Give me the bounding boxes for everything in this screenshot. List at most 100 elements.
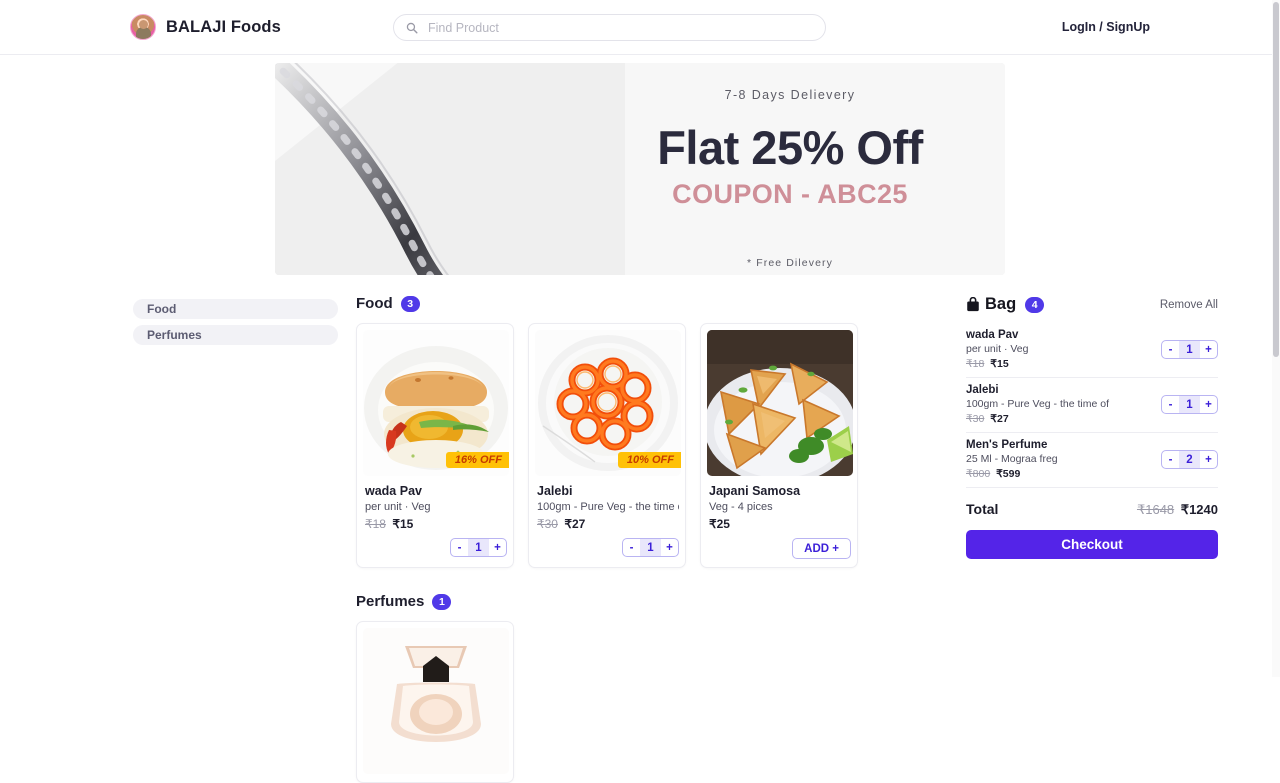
bag-item-price: ₹30 ₹27: [966, 413, 1161, 425]
perfume-bottle-photo: [363, 628, 509, 774]
product-name: Japani Samosa: [709, 484, 801, 498]
quantity-stepper[interactable]: - 1 +: [622, 538, 679, 557]
remove-all-button[interactable]: Remove All: [1160, 299, 1218, 311]
product-card[interactable]: [356, 621, 514, 783]
bag-header: Bag 4 Remove All: [966, 295, 1218, 314]
banner-delivery-note: 7-8 Days Delievery: [724, 88, 856, 102]
product-card[interactable]: Japani Samosa Veg - 4 pices ₹25 ADD +: [700, 323, 858, 568]
bag-item-description: 100gm - Pure Veg - the time of: [966, 398, 1109, 410]
banner-footnote: * Free Dilevery: [747, 257, 833, 269]
sidebar-item-perfumes[interactable]: Perfumes: [133, 325, 338, 345]
product-card[interactable]: 10% OFF Jalebi 100gm - Pure Veg - the ti…: [528, 323, 686, 568]
sidebar-item-food[interactable]: Food: [133, 299, 338, 319]
bag-item-info: Men's Perfume 25 Ml - Mograa freg ₹800 ₹…: [966, 439, 1161, 480]
section-perfumes: Perfumes 1: [356, 593, 873, 783]
product-description: Veg - 4 pices: [709, 501, 773, 513]
discount-badge: 16% OFF: [445, 452, 509, 468]
product-description: per unit · Veg: [365, 501, 431, 513]
discount-badge: 10% OFF: [617, 452, 681, 468]
page-scrollbar[interactable]: [1272, 0, 1280, 677]
bag-item-info: wada Pav per unit · Veg ₹18 ₹15: [966, 329, 1161, 370]
search-input[interactable]: [426, 19, 813, 36]
product-card[interactable]: 16% OFF wada Pav per unit · Veg ₹18 ₹15 …: [356, 323, 514, 568]
product-current-price: ₹15: [392, 517, 414, 531]
shopping-bag-icon: [967, 297, 979, 312]
bag-item-old-price: ₹18: [966, 358, 985, 370]
product-grid-perfumes: [356, 621, 873, 783]
product-description: 100gm - Pure Veg - the time of: [537, 501, 679, 513]
section-title: Perfumes: [356, 593, 425, 610]
section-title: Food: [356, 295, 393, 312]
bag-count-badge: 4: [1025, 296, 1045, 313]
product-current-price: ₹25: [709, 517, 730, 531]
banner-headline: Flat 25% Off: [657, 121, 923, 174]
bag-item-name: Men's Perfume: [966, 439, 1048, 451]
checkout-button[interactable]: Checkout: [966, 530, 1218, 559]
increment-button[interactable]: +: [661, 539, 678, 556]
product-image-vada-pav: 16% OFF: [363, 330, 509, 476]
increment-button[interactable]: +: [1200, 396, 1217, 413]
bag-item-price: ₹800 ₹599: [966, 468, 1161, 480]
login-signup-link[interactable]: LogIn / SignUp: [1062, 20, 1150, 34]
section-header-food: Food 3: [356, 295, 873, 312]
brand[interactable]: BALAJI Foods: [130, 14, 281, 40]
decrement-button[interactable]: -: [623, 539, 640, 556]
product-current-price: ₹27: [564, 517, 586, 531]
bag-item-description: 25 Ml - Mograa freg: [966, 453, 1058, 465]
product-price: ₹25: [709, 517, 851, 531]
product-sections: Food 3 16% OFF wada Pav per unit · Veg ₹…: [356, 295, 873, 783]
product-price: ₹18 ₹15: [365, 517, 507, 531]
bag-title: Bag: [985, 295, 1017, 313]
bag-item-old-price: ₹800: [966, 468, 991, 480]
search-bar[interactable]: [393, 14, 826, 41]
shopping-bag-panel: Bag 4 Remove All wada Pav per unit · Veg…: [966, 295, 1218, 783]
user-avatar[interactable]: [130, 14, 156, 40]
decrement-button[interactable]: -: [451, 539, 468, 556]
increment-button[interactable]: +: [1200, 451, 1217, 468]
bag-item-price: ₹18 ₹15: [966, 358, 1161, 370]
brand-name: BALAJI Foods: [166, 17, 281, 36]
sidebar-item-label: Perfumes: [147, 328, 202, 342]
main-content: Food Perfumes Food 3 16% OFF wada Pav pe…: [0, 295, 1280, 783]
section-count-badge: 3: [400, 295, 420, 312]
bag-items-list: wada Pav per unit · Veg ₹18 ₹15 - 1 + Ja…: [966, 323, 1218, 488]
product-image-japani-samosa: [707, 330, 853, 476]
quantity-stepper[interactable]: - 1 +: [1161, 340, 1218, 359]
promo-banner[interactable]: 7-8 Days Delievery Flat 25% Off COUPON -…: [275, 63, 1005, 275]
bag-item-old-price: ₹30: [966, 413, 985, 425]
bag-item-name: wada Pav: [966, 329, 1019, 341]
quantity-stepper[interactable]: - 2 +: [1161, 450, 1218, 469]
quantity-value: 2: [1179, 451, 1200, 468]
product-old-price: ₹30: [537, 517, 558, 531]
increment-button[interactable]: +: [489, 539, 506, 556]
bag-item-current-price: ₹15: [990, 358, 1009, 370]
decrement-button[interactable]: -: [1162, 341, 1179, 358]
product-card-footer: - 1 +: [535, 538, 679, 557]
bag-item-name: Jalebi: [966, 384, 999, 396]
bag-item-current-price: ₹599: [996, 468, 1021, 480]
product-card-footer: - 1 +: [363, 538, 507, 557]
banner-coupon-code: COUPON - ABC25: [672, 179, 908, 209]
bag-item-description: per unit · Veg: [966, 343, 1029, 355]
product-price: ₹30 ₹27: [537, 517, 679, 531]
bag-item[interactable]: wada Pav per unit · Veg ₹18 ₹15 - 1 +: [966, 323, 1218, 378]
increment-button[interactable]: +: [1200, 341, 1217, 358]
quantity-value: 1: [1179, 341, 1200, 358]
product-image-jalebi: 10% OFF: [535, 330, 681, 476]
quantity-stepper[interactable]: - 1 +: [1161, 395, 1218, 414]
decrement-button[interactable]: -: [1162, 451, 1179, 468]
bag-item-info: Jalebi 100gm - Pure Veg - the time of ₹3…: [966, 384, 1161, 425]
scrollbar-thumb[interactable]: [1273, 2, 1279, 357]
sidebar-item-label: Food: [147, 302, 177, 316]
app-header: BALAJI Foods LogIn / SignUp: [0, 0, 1280, 55]
add-to-cart-button[interactable]: ADD +: [792, 538, 851, 559]
bag-item[interactable]: Jalebi 100gm - Pure Veg - the time of ₹3…: [966, 378, 1218, 433]
decrement-button[interactable]: -: [1162, 396, 1179, 413]
category-sidebar: Food Perfumes: [133, 295, 338, 783]
product-old-price: ₹18: [365, 517, 386, 531]
bag-item[interactable]: Men's Perfume 25 Ml - Mograa freg ₹800 ₹…: [966, 433, 1218, 488]
product-image-perfume: [363, 628, 509, 774]
bag-item-current-price: ₹27: [990, 413, 1009, 425]
quantity-value: 1: [468, 539, 489, 556]
quantity-stepper[interactable]: - 1 +: [450, 538, 507, 557]
